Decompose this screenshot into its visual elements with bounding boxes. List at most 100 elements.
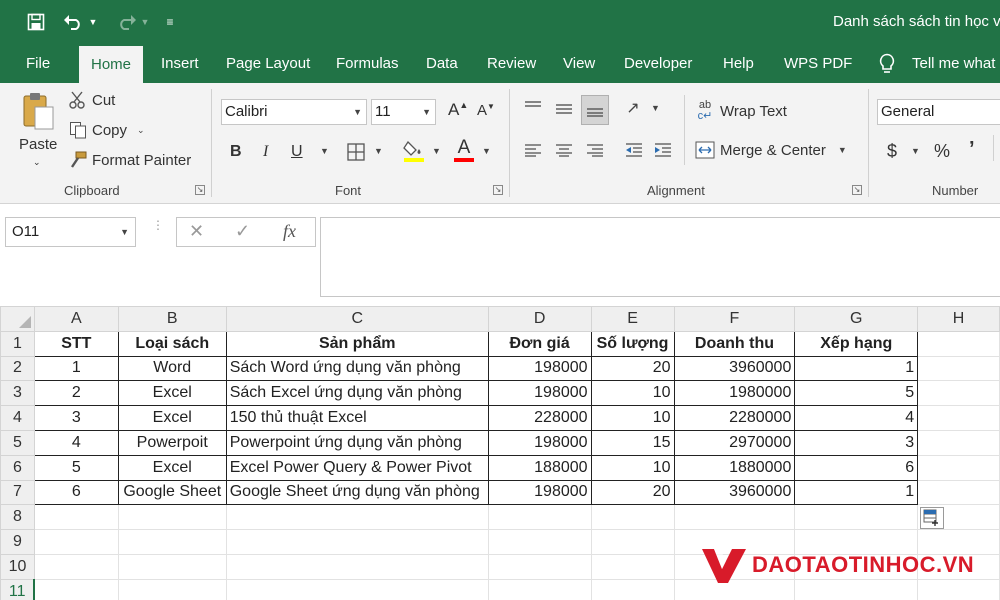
fill-color-icon[interactable] <box>402 138 426 164</box>
data-cell[interactable]: 5 <box>794 380 919 407</box>
header-cell[interactable]: Đơn giá <box>487 330 592 357</box>
empty-cell[interactable] <box>590 578 675 600</box>
column-header-a[interactable]: A <box>33 306 119 332</box>
align-bottom-icon[interactable] <box>581 95 609 125</box>
empty-cell[interactable] <box>33 578 119 600</box>
data-cell[interactable]: 3960000 <box>673 479 796 506</box>
comma-button[interactable]: ’ <box>969 138 975 161</box>
empty-cell[interactable] <box>590 529 675 555</box>
increase-font-icon[interactable]: A ▲ <box>448 100 468 120</box>
tab-data[interactable]: Data <box>426 44 458 83</box>
data-cell[interactable]: 3 <box>33 405 119 431</box>
format-painter-button[interactable]: Format Painter <box>68 151 191 169</box>
data-cell[interactable]: 1 <box>33 355 119 382</box>
data-cell[interactable]: 188000 <box>487 454 592 481</box>
data-cell[interactable]: 1880000 <box>673 454 796 481</box>
empty-cell[interactable] <box>117 578 227 600</box>
data-cell[interactable]: Word <box>117 355 227 382</box>
empty-cell[interactable] <box>590 553 675 580</box>
copy-button[interactable]: Copy ⌄ <box>68 121 145 139</box>
empty-cell[interactable] <box>917 380 1000 407</box>
data-cell[interactable]: 3 <box>794 429 919 456</box>
fill-color-dropdown-icon[interactable]: ▼ <box>428 146 441 156</box>
column-header-b[interactable]: B <box>117 306 227 332</box>
data-cell[interactable]: 5 <box>33 454 119 481</box>
empty-cell[interactable] <box>225 529 489 555</box>
bold-button[interactable]: B <box>230 143 242 161</box>
undo-icon[interactable]: ▼ <box>60 10 100 34</box>
empty-cell[interactable] <box>917 330 1000 357</box>
empty-cell[interactable] <box>917 454 1000 481</box>
align-top-icon[interactable] <box>522 97 544 119</box>
empty-cell[interactable] <box>673 504 796 531</box>
empty-cell[interactable] <box>225 504 489 531</box>
column-header-g[interactable]: G <box>794 306 919 332</box>
save-icon[interactable] <box>24 10 48 34</box>
empty-cell[interactable] <box>917 355 1000 382</box>
alignment-launcher-icon[interactable]: ↘ <box>852 185 862 195</box>
data-cell[interactable]: 1980000 <box>673 380 796 407</box>
cancel-icon[interactable]: ✕ <box>189 221 204 242</box>
empty-cell[interactable] <box>917 479 1000 506</box>
empty-cell[interactable] <box>117 553 227 580</box>
tab-page-layout[interactable]: Page Layout <box>226 44 310 83</box>
currency-dropdown-icon[interactable]: ▼ <box>907 146 920 156</box>
paste-button[interactable]: Paste <box>19 136 57 153</box>
header-cell[interactable]: STT <box>33 330 119 357</box>
data-cell[interactable]: 15 <box>590 429 675 456</box>
data-cell[interactable]: 228000 <box>487 405 592 431</box>
data-cell[interactable]: 198000 <box>487 380 592 407</box>
cut-button[interactable]: Cut <box>68 91 115 109</box>
italic-button[interactable]: I <box>263 143 268 161</box>
drag-handle-icon[interactable]: ⋮ <box>152 219 164 231</box>
column-header-e[interactable]: E <box>590 306 675 332</box>
copy-dropdown-icon[interactable]: ⌄ <box>137 125 145 136</box>
font-size-combo[interactable]: 11 ▼ <box>371 99 436 125</box>
data-cell[interactable]: 198000 <box>487 355 592 382</box>
empty-cell[interactable] <box>917 405 1000 431</box>
quick-analysis-button[interactable] <box>920 507 944 529</box>
empty-cell[interactable] <box>487 529 592 555</box>
empty-cell[interactable] <box>117 529 227 555</box>
row-header[interactable]: 9 <box>0 529 35 555</box>
data-cell[interactable]: 2970000 <box>673 429 796 456</box>
empty-cell[interactable] <box>487 578 592 600</box>
data-cell[interactable]: Powerpoint ứng dụng văn phòng <box>225 429 489 456</box>
empty-cell[interactable] <box>33 504 119 531</box>
data-cell[interactable]: 3960000 <box>673 355 796 382</box>
increase-indent-icon[interactable] <box>652 139 674 161</box>
header-cell[interactable]: Số lượng <box>590 330 675 357</box>
number-format-combo[interactable]: General <box>877 99 1000 125</box>
tab-formulas[interactable]: Formulas <box>336 44 399 83</box>
empty-cell[interactable] <box>917 429 1000 456</box>
merge-dropdown-icon[interactable]: ▼ <box>838 145 847 155</box>
redo-icon[interactable]: ▼ <box>112 10 152 34</box>
column-header-c[interactable]: C <box>225 306 489 332</box>
row-header[interactable]: 4 <box>0 405 35 431</box>
data-cell[interactable]: 6 <box>33 479 119 506</box>
font-color-icon[interactable]: A <box>453 136 475 164</box>
empty-cell[interactable] <box>33 553 119 580</box>
data-cell[interactable]: Sách Word ứng dụng văn phòng <box>225 355 489 382</box>
data-cell[interactable]: 20 <box>590 355 675 382</box>
decrease-font-icon[interactable]: A ▼ <box>477 102 495 119</box>
tab-insert[interactable]: Insert <box>161 44 199 83</box>
font-color-dropdown-icon[interactable]: ▼ <box>478 146 491 156</box>
header-cell[interactable]: Sản phẩm <box>225 330 489 357</box>
data-cell[interactable]: Powerpoit <box>117 429 227 456</box>
column-header-h[interactable]: H <box>917 306 1000 332</box>
decrease-indent-icon[interactable] <box>623 139 645 161</box>
data-cell[interactable]: 10 <box>590 454 675 481</box>
empty-cell[interactable] <box>487 504 592 531</box>
data-cell[interactable]: Excel <box>117 405 227 431</box>
align-right-icon[interactable] <box>584 139 606 161</box>
empty-cell[interactable] <box>117 504 227 531</box>
wrap-text-button[interactable]: ab c↵ Wrap Text <box>694 100 787 122</box>
merge-center-button[interactable]: Merge & Center ▼ <box>694 141 847 159</box>
empty-cell[interactable] <box>225 578 489 600</box>
borders-dropdown-icon[interactable]: ▼ <box>370 146 383 156</box>
align-left-icon[interactable] <box>522 139 544 161</box>
tab-review[interactable]: Review <box>487 44 536 83</box>
insert-function-icon[interactable]: fx <box>283 221 296 242</box>
data-cell[interactable]: Sách Excel ứng dụng văn phòng <box>225 380 489 407</box>
